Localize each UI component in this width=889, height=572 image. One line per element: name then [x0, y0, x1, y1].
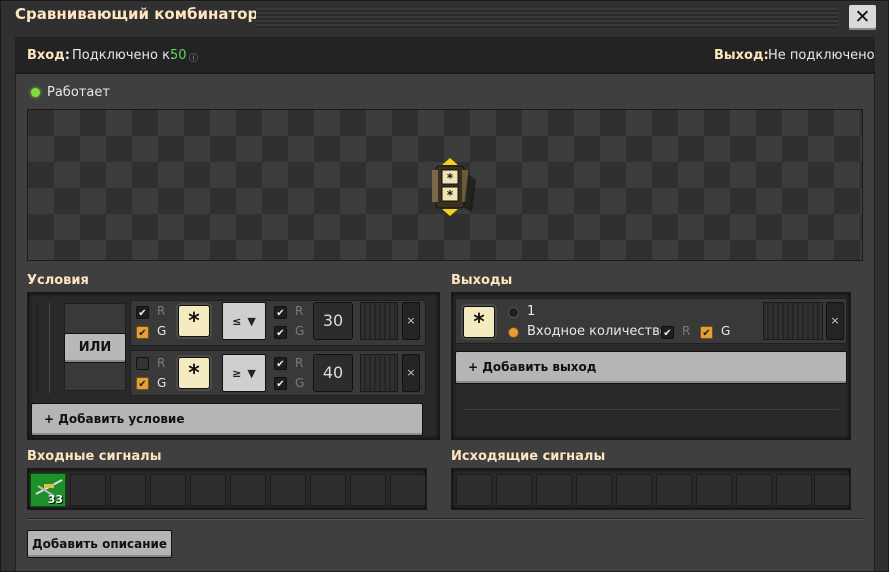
- empty-signal-slot: [616, 474, 652, 506]
- input-signal-count: 33: [47, 493, 63, 506]
- input-label: Вход:: [27, 48, 70, 63]
- empty-signal-slot: [776, 474, 812, 506]
- empty-signal-slot: [736, 474, 772, 506]
- empty-signal-slot: [496, 474, 532, 506]
- output-red-label: R: [682, 324, 691, 338]
- condition1-left-green-checkbox[interactable]: ✔: [136, 326, 149, 339]
- info-icon[interactable]: ⓘ: [189, 51, 198, 64]
- condition2-left-green-label: G: [157, 376, 167, 390]
- condition1-left-red-checkbox[interactable]: ✔: [136, 306, 149, 319]
- status-indicator-icon: [31, 88, 40, 97]
- empty-signal-slot: [576, 474, 612, 506]
- output-divider: [463, 409, 839, 410]
- chevron-down-icon: ▼: [247, 366, 256, 380]
- empty-signal-slot: [656, 474, 692, 506]
- condition2-right-red-checkbox[interactable]: ✔: [274, 357, 287, 370]
- output-label: Выход:: [714, 48, 769, 63]
- output-green-checkbox[interactable]: ✔: [700, 326, 713, 339]
- condition2-right-green-label: G: [295, 376, 305, 390]
- or-toggle-button[interactable]: ИЛИ: [64, 333, 126, 363]
- condition1-right-red-label: R: [295, 304, 304, 318]
- input-signals-panel: 33: [27, 468, 427, 510]
- combinator-entity-icon: * *: [432, 158, 476, 216]
- svg-text:*: *: [447, 171, 454, 185]
- empty-signal-slot: [190, 474, 226, 506]
- outputs-heading: Выходы: [451, 273, 513, 288]
- output-constant-radio[interactable]: [508, 307, 519, 318]
- condition1-constant-input[interactable]: 30: [313, 302, 353, 340]
- condition1-signal-each-icon[interactable]: *: [178, 305, 210, 337]
- condition2-operator-select[interactable]: ≥ ▼: [222, 354, 266, 392]
- condition1-operator-select[interactable]: ≤ ▼: [222, 302, 266, 340]
- add-condition-button[interactable]: + Добавить условие: [31, 403, 423, 436]
- condition2-signal-each-icon[interactable]: *: [178, 357, 210, 389]
- condition1-right-red-checkbox[interactable]: ✔: [274, 306, 287, 319]
- condition2-constant-input[interactable]: 40: [313, 354, 353, 392]
- input-signals-heading: Входные сигналы: [27, 449, 162, 464]
- condition1-operator-label: ≤: [232, 314, 242, 328]
- output-signals-heading: Исходящие сигналы: [451, 449, 606, 464]
- state-text: Работает: [47, 85, 110, 100]
- condition1-empty-slot[interactable]: [360, 302, 398, 340]
- add-description-button[interactable]: Добавить описание: [27, 530, 172, 558]
- entity-preview: * *: [27, 109, 863, 261]
- condition1-right-green-checkbox[interactable]: ✔: [274, 326, 287, 339]
- empty-signal-slot: [70, 474, 106, 506]
- chevron-down-icon: ▼: [247, 314, 256, 328]
- output-input-count-label: Входное количество: [527, 324, 668, 339]
- condition2-right-green-checkbox[interactable]: ✔: [274, 377, 287, 390]
- output-signals-panel: [451, 468, 851, 510]
- add-output-button[interactable]: + Добавить выход: [455, 351, 847, 384]
- output-connection-text: Не подключено: [768, 48, 875, 63]
- empty-signal-slot: [230, 474, 266, 506]
- empty-signal-slot: [150, 474, 186, 506]
- conditions-heading: Условия: [27, 273, 89, 288]
- window-title: Сравнивающий комбинатор: [15, 5, 259, 23]
- input-connection-count: 50: [170, 48, 187, 63]
- condition1-left-green-label: G: [157, 324, 167, 338]
- empty-signal-slot: [456, 474, 492, 506]
- condition2-left-green-checkbox[interactable]: ✔: [136, 377, 149, 390]
- svg-text:*: *: [447, 188, 454, 202]
- empty-signal-slot: [696, 474, 732, 506]
- condition2-operator-label: ≥: [232, 366, 242, 380]
- footer-divider: [27, 518, 863, 520]
- condition-bracket: [36, 303, 50, 393]
- empty-signal-slot: [350, 474, 386, 506]
- output-red-checkbox[interactable]: ✔: [661, 326, 674, 339]
- output-input-count-radio[interactable]: [508, 327, 519, 338]
- empty-signal-slot: [270, 474, 306, 506]
- empty-signal-slot: [814, 474, 850, 506]
- condition2-empty-slot[interactable]: [360, 354, 398, 392]
- condition2-remove-button[interactable]: ×: [402, 354, 420, 392]
- empty-signal-slot: [536, 474, 572, 506]
- output-empty-slot[interactable]: [763, 302, 823, 340]
- output-remove-button[interactable]: ×: [826, 302, 844, 340]
- empty-signal-slot: [390, 474, 426, 506]
- empty-signal-slot: [110, 474, 146, 506]
- output-constant-label: 1: [527, 304, 536, 319]
- condition2-left-red-label: R: [157, 356, 166, 370]
- condition1-left-red-label: R: [157, 304, 166, 318]
- output-green-label: G: [721, 324, 731, 338]
- output-signal-each-icon[interactable]: *: [463, 306, 495, 338]
- condition2-left-red-checkbox[interactable]: [136, 357, 149, 370]
- condition2-right-red-label: R: [295, 356, 304, 370]
- empty-signal-slot: [310, 474, 346, 506]
- condition1-right-green-label: G: [295, 324, 305, 338]
- close-button[interactable]: ✕: [849, 5, 876, 30]
- input-signal-slot[interactable]: 33: [30, 473, 66, 507]
- input-connection-text: Подключено к:: [72, 48, 175, 63]
- condition1-remove-button[interactable]: ×: [402, 302, 420, 340]
- title-drag-handle[interactable]: [256, 8, 838, 28]
